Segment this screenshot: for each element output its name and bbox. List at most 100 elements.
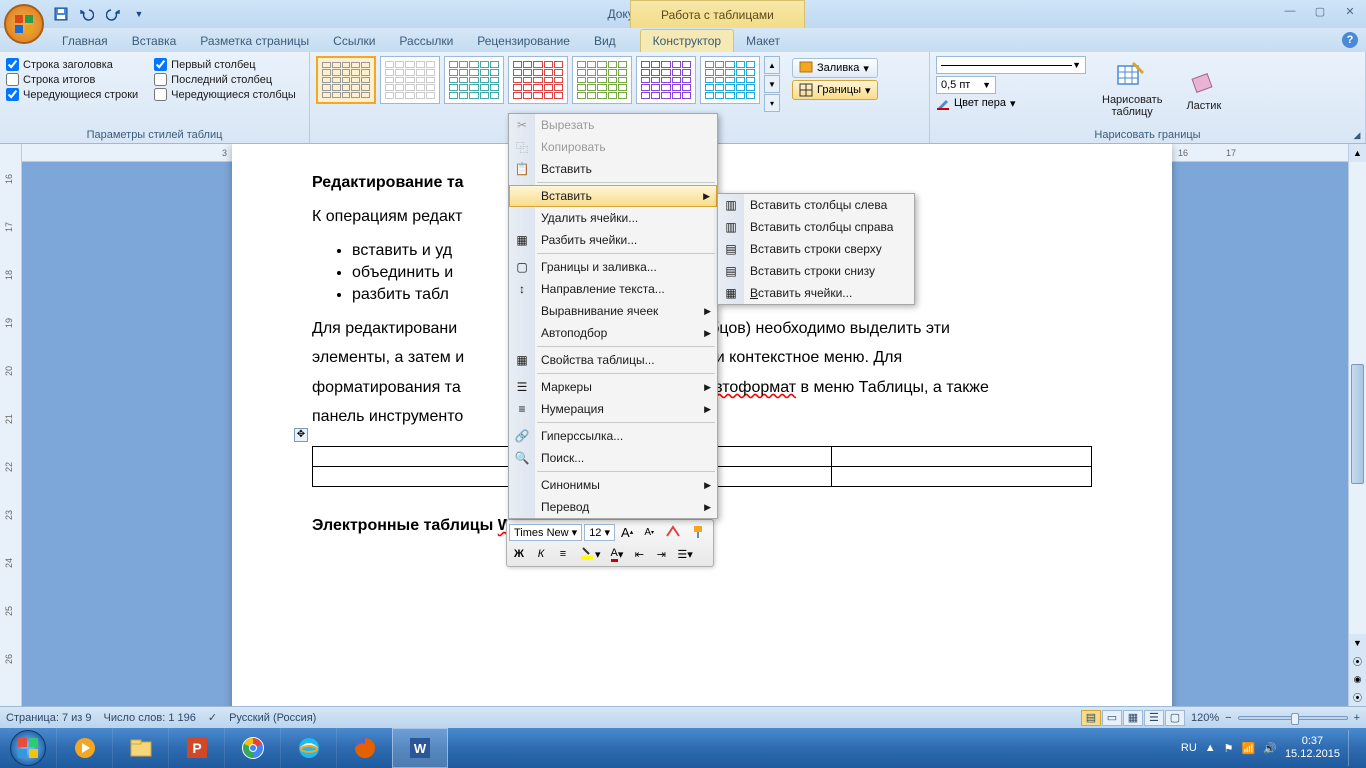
eraser-button[interactable]: Ластик	[1178, 56, 1229, 122]
group-launcher-icon[interactable]: ◢	[1351, 129, 1363, 141]
mini-bold[interactable]: Ж	[509, 544, 529, 564]
vertical-ruler[interactable]: 16 17 18 19 20 21 22 23 24 25 26	[0, 144, 22, 706]
zoom-in-button[interactable]: +	[1354, 712, 1360, 724]
mini-increase-indent[interactable]: ⇥	[651, 544, 671, 564]
tab-page-layout[interactable]: Разметка страницы	[188, 30, 321, 52]
tray-network-icon[interactable]: 📶	[1242, 742, 1256, 755]
zoom-out-button[interactable]: −	[1225, 712, 1231, 724]
mini-highlight[interactable]: ▾	[575, 544, 605, 564]
menu-hyperlink[interactable]: 🔗Гиперссылка...	[509, 425, 717, 447]
borders-button[interactable]: Границы ▾	[792, 80, 878, 100]
submenu-rows-above[interactable]: ▤Вставить строки сверху	[718, 238, 914, 260]
save-icon[interactable]	[50, 3, 72, 25]
view-draft[interactable]: ▢	[1165, 710, 1185, 726]
style-thumb[interactable]	[572, 56, 632, 104]
style-thumb[interactable]	[636, 56, 696, 104]
menu-copy[interactable]: ⿻Копировать	[509, 136, 717, 158]
close-button[interactable]: ✕	[1336, 2, 1364, 20]
check-last-col[interactable]: Последний столбец	[154, 73, 296, 86]
mini-shrink-font[interactable]: A▾	[639, 522, 659, 542]
tray-lang[interactable]: RU	[1181, 742, 1197, 754]
show-desktop-button[interactable]	[1348, 730, 1358, 766]
tab-insert[interactable]: Вставка	[120, 30, 189, 52]
tab-mailings[interactable]: Рассылки	[387, 30, 465, 52]
submenu-rows-below[interactable]: ▤Вставить строки снизу	[718, 260, 914, 282]
prev-page-button[interactable]: ⦿	[1349, 652, 1366, 670]
mini-center[interactable]: ≡	[553, 544, 573, 564]
gallery-scroll[interactable]: ▲▼▾	[764, 56, 780, 112]
submenu-cols-left[interactable]: ▥Вставить столбцы слева	[718, 194, 914, 216]
next-page-button[interactable]: ⦿	[1349, 688, 1366, 706]
line-weight-select[interactable]: 0,5 пт▼	[936, 76, 996, 94]
status-proofing-icon[interactable]: ✓	[208, 711, 217, 724]
view-full-screen[interactable]: ▭	[1102, 710, 1122, 726]
start-button[interactable]	[0, 728, 56, 768]
submenu-cells[interactable]: ▦Вставить ячейки...	[718, 282, 914, 304]
redo-icon[interactable]	[102, 3, 124, 25]
status-language[interactable]: Русский (Россия)	[229, 712, 316, 724]
pen-color-button[interactable]: Цвет пера ▾	[936, 96, 1086, 110]
tray-show-hidden-icon[interactable]: ▲	[1205, 742, 1216, 754]
style-thumb[interactable]	[508, 56, 568, 104]
zoom-value[interactable]: 120%	[1191, 712, 1219, 724]
tray-flag-icon[interactable]: ⚑	[1224, 742, 1234, 755]
style-thumb[interactable]	[316, 56, 376, 104]
table-styles-gallery[interactable]: ▲▼▾ Заливка ▾ Границы ▾	[316, 56, 923, 112]
tab-home[interactable]: Главная	[50, 30, 120, 52]
vertical-scrollbar[interactable]: ▲ ▼ ⦿ ◉ ⦿	[1348, 144, 1366, 706]
mini-font-color[interactable]: A▾	[607, 544, 628, 564]
tray-clock[interactable]: 0:37 15.12.2015	[1285, 735, 1340, 761]
task-chrome[interactable]	[224, 728, 280, 768]
menu-translate[interactable]: Перевод▶	[509, 496, 717, 518]
style-thumb[interactable]	[700, 56, 760, 104]
mini-font-select[interactable]: Times New ▾	[509, 524, 582, 541]
menu-synonyms[interactable]: Синонимы▶	[509, 474, 717, 496]
menu-bullets[interactable]: ☰Маркеры▶	[509, 376, 717, 398]
draw-table-button[interactable]: Нарисовать таблицу	[1094, 56, 1170, 122]
view-outline[interactable]: ☰	[1144, 710, 1164, 726]
shading-button[interactable]: Заливка ▾	[792, 58, 878, 78]
scroll-down-button[interactable]: ▼	[1349, 634, 1366, 652]
menu-lookup[interactable]: 🔍Поиск...	[509, 447, 717, 469]
menu-text-direction[interactable]: ↕Направление текста...	[509, 278, 717, 300]
check-banded-cols[interactable]: Чередующиеся столбцы	[154, 88, 296, 101]
task-explorer[interactable]	[112, 728, 168, 768]
menu-cell-alignment[interactable]: Выравнивание ячеек▶	[509, 300, 717, 322]
mini-decrease-indent[interactable]: ⇤	[629, 544, 649, 564]
menu-table-properties[interactable]: ▦Свойства таблицы...	[509, 349, 717, 371]
task-word[interactable]: W	[392, 728, 448, 768]
tab-review[interactable]: Рецензирование	[465, 30, 582, 52]
style-thumb[interactable]	[444, 56, 504, 104]
line-style-select[interactable]: ▼	[936, 56, 1086, 74]
minimize-button[interactable]: ―	[1276, 2, 1304, 20]
style-thumb[interactable]	[380, 56, 440, 104]
tray-volume-icon[interactable]: 🔊	[1263, 742, 1277, 755]
menu-delete-cells[interactable]: Удалить ячейки...	[509, 207, 717, 229]
menu-split-cells[interactable]: ▦Разбить ячейки...	[509, 229, 717, 251]
mini-format-painter[interactable]	[687, 522, 711, 542]
menu-borders-shading[interactable]: ▢Границы и заливка...	[509, 256, 717, 278]
tab-view[interactable]: Вид	[582, 30, 628, 52]
mini-italic[interactable]: К	[531, 544, 551, 564]
check-first-col[interactable]: Первый столбец	[154, 58, 296, 71]
menu-insert[interactable]: Вставить▶	[509, 185, 717, 207]
check-header-row[interactable]: Строка заголовка	[6, 58, 138, 71]
mini-grow-font[interactable]: A▴	[617, 522, 637, 542]
zoom-thumb[interactable]	[1291, 713, 1299, 725]
task-firefox[interactable]	[336, 728, 392, 768]
status-words[interactable]: Число слов: 1 196	[104, 712, 196, 724]
menu-autofit[interactable]: Автоподбор▶	[509, 322, 717, 344]
tab-references[interactable]: Ссылки	[321, 30, 387, 52]
task-powerpoint[interactable]: P	[168, 728, 224, 768]
view-web[interactable]: ▦	[1123, 710, 1143, 726]
check-banded-rows[interactable]: Чередующиеся строки	[6, 88, 138, 101]
menu-cut[interactable]: ✂Вырезать	[509, 114, 717, 136]
table-move-handle[interactable]: ✥	[294, 428, 308, 442]
zoom-slider[interactable]	[1238, 716, 1348, 720]
scroll-thumb[interactable]	[1351, 364, 1364, 484]
office-button[interactable]	[4, 4, 44, 44]
task-ie[interactable]	[280, 728, 336, 768]
mini-bullets[interactable]: ☰▾	[673, 544, 696, 564]
qat-more-icon[interactable]: ▼	[128, 3, 150, 25]
scroll-up-button[interactable]: ▲	[1349, 144, 1366, 162]
